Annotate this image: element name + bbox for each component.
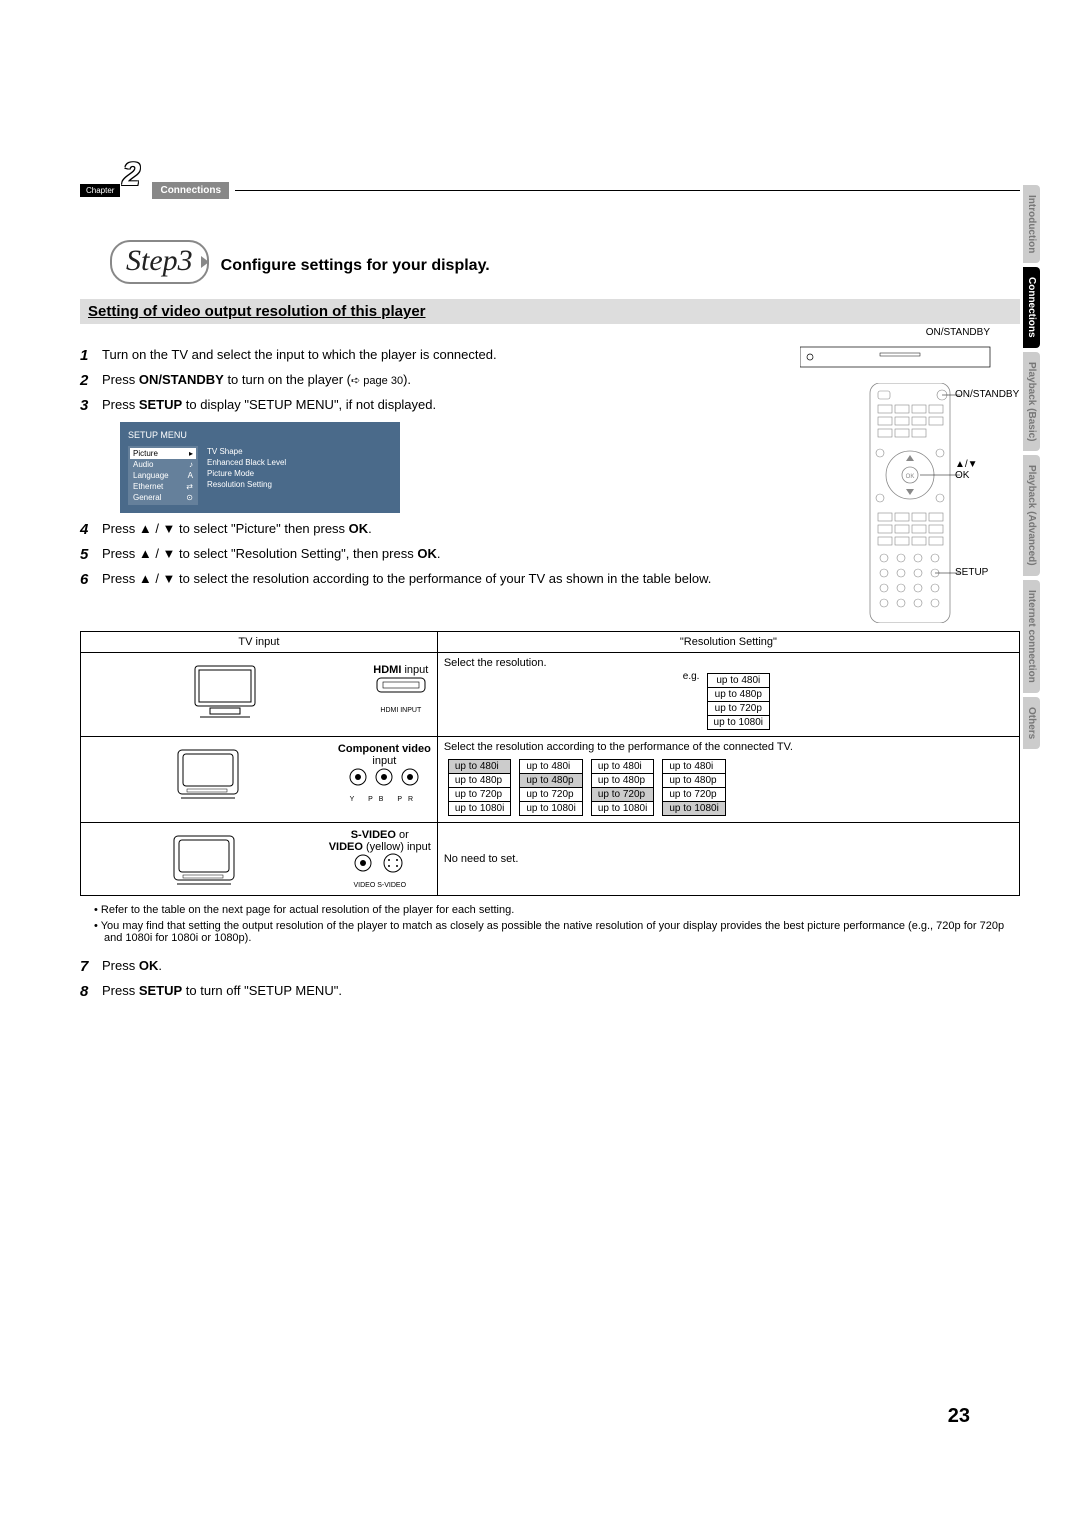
- label-arrows-ok: ▲/▼ OK: [955, 459, 978, 481]
- chapter-header: Chapter 2 Connections: [80, 160, 1020, 200]
- table-head-right: "Resolution Setting": [437, 632, 1019, 653]
- hdmi-port-icon: [371, 676, 431, 704]
- tv-crt-icon: [169, 831, 239, 891]
- table-row-hdmi: HDMI input HDMI INPUT Select the resolut…: [81, 653, 1020, 737]
- step-6: 6 Press ▲ / ▼ to select the resolution a…: [80, 571, 780, 588]
- step-title: Configure settings for your display.: [221, 257, 490, 275]
- side-tab-internet: Internet connection: [1023, 580, 1040, 693]
- side-tab-introduction: Introduction: [1023, 185, 1040, 263]
- side-tab-connections: Connections: [1023, 267, 1040, 348]
- player-icon: [800, 339, 1000, 373]
- resolution-options-component-1: up to 480iup to 480pup to 720pup to 1080…: [519, 759, 583, 816]
- step-8: 8 Press SETUP to turn off "SETUP MENU".: [80, 983, 1020, 1000]
- step-7: 7 Press OK.: [80, 958, 1020, 975]
- table-row-svideo: S-VIDEO or VIDEO (yellow) input VIDEO S-…: [81, 823, 1020, 896]
- resolution-options-hdmi: up to 480i up to 480p up to 720p up to 1…: [707, 673, 771, 730]
- side-tabs: Introduction Connections Playback (Basic…: [1023, 185, 1040, 749]
- side-tab-playback-basic: Playback (Basic): [1023, 352, 1040, 452]
- table-row-component: Component video input Y PB PR Select the…: [81, 737, 1020, 823]
- section-heading: Setting of video output resolution of th…: [80, 299, 1020, 324]
- page-number: 23: [948, 1405, 970, 1428]
- resolution-options-component-3: up to 480iup to 480pup to 720pup to 1080…: [662, 759, 726, 816]
- svideo-ports-icon: [345, 853, 415, 879]
- remote-diagram: ON/STANDBY OK: [800, 339, 1020, 623]
- label-on-standby: ON/STANDBY: [955, 389, 1019, 400]
- step-3: 3 Press SETUP to display "SETUP MENU", i…: [80, 397, 780, 414]
- component-ports-icon: [344, 767, 424, 793]
- svg-text:OK: OK: [906, 474, 915, 480]
- chapter-number: 2: [122, 156, 140, 193]
- resolution-table: TV input "Resolution Setting" HDMI input: [80, 631, 1020, 896]
- step-2: 2 Press ON/STANDBY to turn on the player…: [80, 372, 780, 389]
- table-head-left: TV input: [81, 632, 438, 653]
- chapter-badge: Chapter: [80, 184, 120, 197]
- resolution-options-component-0: up to 480iup to 480pup to 720pup to 1080…: [448, 759, 512, 816]
- step-pill: Step3: [110, 240, 209, 284]
- step-5: 5 Press ▲ / ▼ to select "Resolution Sett…: [80, 546, 780, 563]
- setup-menu-illustration: SETUP MENU Picture▸ Audio♪ LanguageA Eth…: [120, 422, 400, 513]
- step-1: 1Turn on the TV and select the input to …: [80, 347, 780, 364]
- side-tab-playback-advanced: Playback (Advanced): [1023, 455, 1040, 576]
- side-tab-others: Others: [1023, 697, 1040, 749]
- footnotes: Refer to the table on the next page for …: [94, 904, 1020, 944]
- label-on-standby-player: ON/STANDBY: [926, 327, 990, 338]
- step-4: 4 Press ▲ / ▼ to select "Picture" then p…: [80, 521, 780, 538]
- resolution-options-component-2: up to 480iup to 480pup to 720pup to 1080…: [591, 759, 655, 816]
- tv-icon: [190, 661, 260, 721]
- remote-icon: OK: [860, 383, 960, 623]
- label-setup: SETUP: [955, 567, 988, 578]
- tv-crt-icon: [173, 745, 243, 805]
- step-heading: Step3 Configure settings for your displa…: [110, 240, 1020, 284]
- chapter-label: Connections: [152, 182, 229, 199]
